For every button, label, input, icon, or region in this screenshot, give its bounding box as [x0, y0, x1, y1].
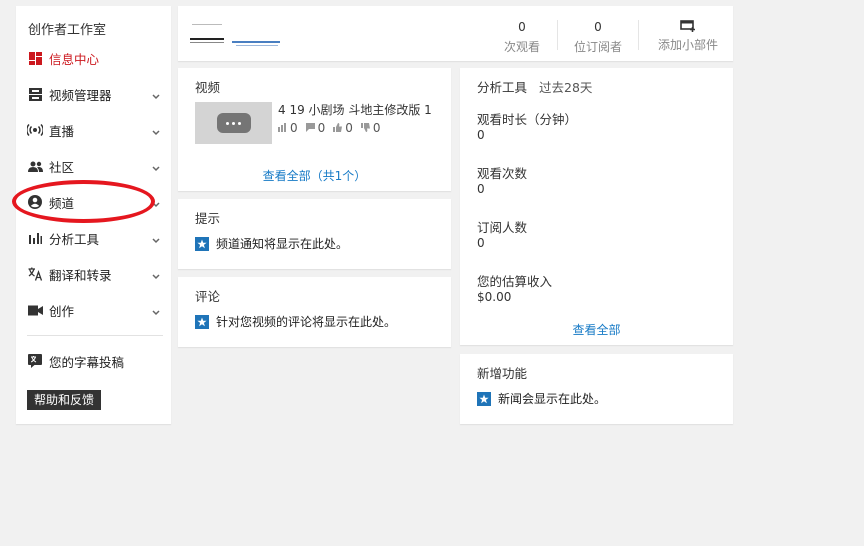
channel-logo[interactable] [190, 16, 290, 52]
analytics-period: 过去28天 [539, 80, 593, 95]
add-widget-button[interactable]: 添加小部件 [656, 20, 720, 53]
new-features-title: 新增功能 [477, 366, 528, 381]
watch-time-value: 0 [477, 128, 485, 142]
tips-message: 频道通知将显示在此处。 [216, 237, 349, 251]
sidebar-item-translate[interactable]: 翻译和转录 [16, 260, 171, 288]
chevron-down-icon[interactable] [152, 233, 160, 247]
sidebar-item-live[interactable]: 直播 [16, 116, 171, 144]
subscribers-metric-value: 0 [477, 236, 485, 250]
likes-count: 0 [290, 121, 298, 135]
video-camera-icon [27, 302, 43, 318]
subscribers-stat: 0 位订阅者 [571, 20, 625, 55]
sidebar-item-label: 您的字幕投稿 [49, 354, 125, 370]
live-broadcast-icon [27, 122, 43, 138]
views-metric-label: 观看次数 [477, 166, 528, 181]
sidebar-item-channel[interactable]: 频道 [16, 188, 171, 216]
subscribers-label: 位订阅者 [573, 40, 622, 54]
stat-separator [638, 20, 639, 50]
sidebar-item-video-manager[interactable]: 视频管理器 [16, 80, 171, 108]
thumbs-down-icon [360, 121, 371, 135]
comments-title: 评论 [195, 289, 221, 304]
chevron-down-icon[interactable] [152, 269, 160, 283]
sidebar-item-subtitle-contrib[interactable]: 您的字幕投稿 [16, 347, 171, 375]
sidebar-item-label: 分析工具 [49, 231, 100, 247]
views-metric-value: 0 [477, 182, 485, 196]
view-all-analytics-link[interactable]: 查看全部 [460, 321, 733, 338]
sidebar-item-label: 视频管理器 [49, 87, 112, 103]
chevron-down-icon[interactable] [152, 89, 160, 103]
views-label: 次观看 [503, 40, 540, 54]
sidebar-item-label: 创作 [49, 303, 75, 319]
chevron-down-icon[interactable] [152, 161, 160, 175]
watch-time-label: 观看时长（分钟） [477, 112, 578, 127]
new-features-message: 新闻会显示在此处。 [498, 392, 607, 406]
tips-note: 频道通知将显示在此处。 [195, 235, 348, 252]
sidebar-item-create[interactable]: 创作 [16, 296, 171, 324]
views-count: 0 [518, 20, 526, 34]
subscribers-count: 0 [594, 20, 602, 34]
comments-panel: 评论 针对您视频的评论将显示在此处。 [178, 277, 451, 347]
sidebar-item-label: 直播 [49, 123, 75, 139]
community-icon [27, 158, 43, 174]
tips-title: 提示 [195, 211, 221, 226]
star-icon [195, 314, 209, 329]
subscribers-metric-label: 订阅人数 [477, 220, 528, 235]
video-thumbnail[interactable] [195, 102, 272, 144]
help-feedback-button[interactable]: 帮助和反馈 [27, 390, 102, 410]
analytics-icon [27, 230, 43, 246]
star-icon [477, 391, 491, 406]
revenue-label: 您的估算收入 [477, 274, 553, 289]
analytics-header: 分析工具 过去28天 [477, 77, 592, 96]
video-title-link[interactable]: 4 19 小剧场 斗地主修改版 1 [278, 101, 432, 118]
sidebar-divider [27, 335, 163, 336]
sidebar-item-dashboard[interactable]: 信息中心 [16, 44, 171, 72]
more-icon [216, 113, 251, 133]
comments-message: 针对您视频的评论将显示在此处。 [216, 315, 397, 329]
thumbs-up-count: 0 [345, 121, 353, 135]
thumbs-up-icon [333, 121, 343, 135]
comment-icon [305, 121, 316, 135]
comments-count: 0 [317, 121, 326, 135]
video-manager-icon [27, 86, 43, 102]
analytics-title: 分析工具 [477, 80, 528, 95]
new-features-panel: 新增功能 新闻会显示在此处。 [460, 354, 733, 424]
comments-note: 针对您视频的评论将显示在此处。 [195, 313, 396, 330]
sidebar-item-label: 翻译和转录 [49, 267, 112, 283]
view-all-videos-link[interactable]: 查看全部（共1个） [178, 167, 451, 184]
add-widget-label: 添加小部件 [657, 38, 718, 52]
likes-icon [278, 121, 288, 135]
dashboard-icon [27, 50, 43, 66]
thumbs-down-count: 0 [372, 121, 381, 135]
videos-title: 视频 [195, 80, 221, 95]
sidebar-item-community[interactable]: 社区 [16, 152, 171, 180]
sidebar-item-label: 信息中心 [49, 51, 100, 67]
channel-icon [27, 194, 43, 210]
translate-icon [27, 266, 43, 282]
subtitle-translate-icon [27, 353, 43, 369]
sidebar-title: 创作者工作室 [28, 23, 107, 38]
chevron-down-icon[interactable] [152, 305, 160, 319]
star-icon [195, 236, 209, 251]
views-stat: 0 次观看 [500, 20, 544, 55]
sidebar-item-analytics[interactable]: 分析工具 [16, 224, 171, 252]
new-features-note: 新闻会显示在此处。 [477, 390, 606, 407]
videos-panel: 视频 4 19 小剧场 斗地主修改版 1 0 0 0 0 查看全部（共1个） [178, 68, 451, 191]
revenue-value: $0.00 [477, 290, 512, 304]
chevron-down-icon[interactable] [152, 125, 160, 139]
add-widget-icon [656, 20, 720, 35]
chevron-down-icon[interactable] [152, 197, 160, 211]
sidebar-item-label: 社区 [49, 159, 75, 175]
analytics-panel: 分析工具 过去28天 观看时长（分钟） 0 观看次数 0 订阅人数 0 您的估算… [460, 68, 733, 345]
channel-header: 0 次观看 0 位订阅者 添加小部件 [178, 6, 733, 61]
sidebar-item-label: 频道 [49, 195, 75, 211]
video-stats: 0 0 0 0 [278, 121, 381, 135]
sidebar: 创作者工作室 信息中心 视频管理器 直播 社区 频道 分析工具 翻译和转录 创作… [16, 6, 171, 424]
tips-panel: 提示 频道通知将显示在此处。 [178, 199, 451, 269]
stat-separator [557, 20, 558, 50]
